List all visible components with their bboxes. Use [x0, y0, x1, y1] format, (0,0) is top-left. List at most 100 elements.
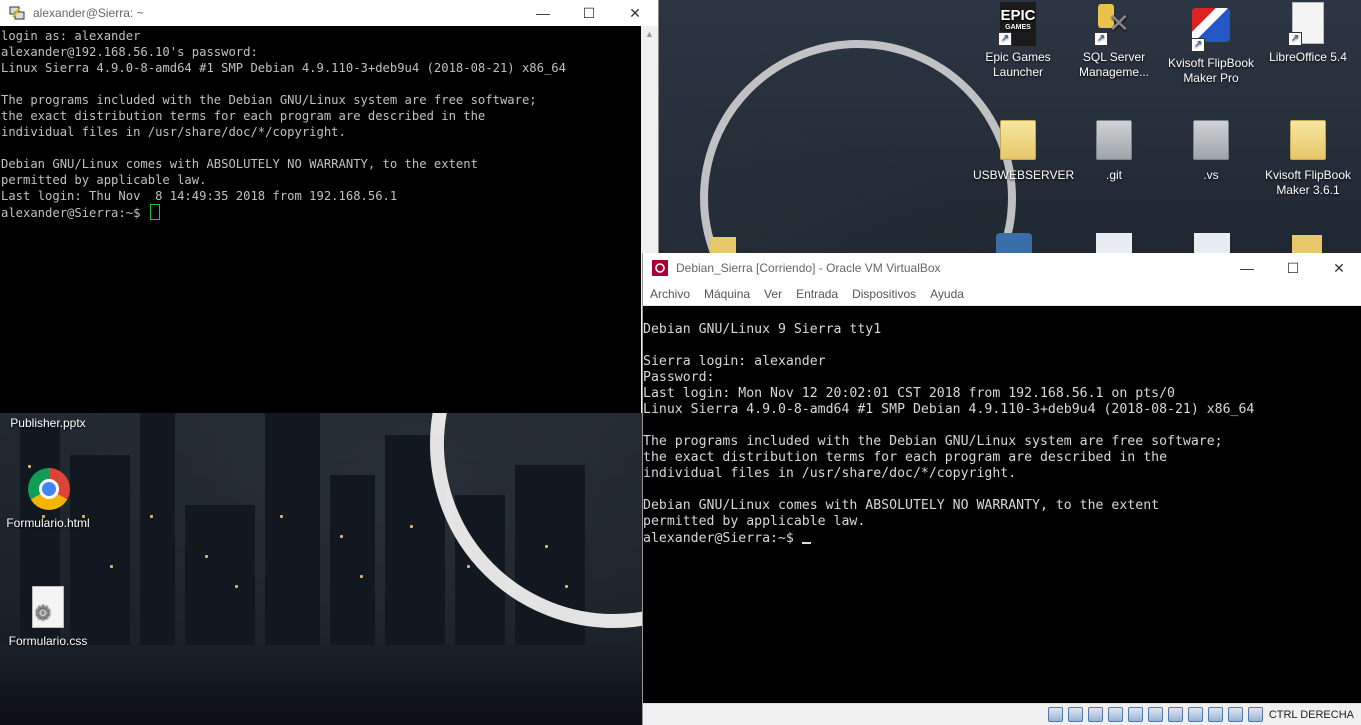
minimize-button[interactable]: — — [520, 0, 566, 26]
console-line: The programs included with the Debian GN… — [643, 434, 1223, 449]
putty-window[interactable]: alexander@Sierra: ~ — ☐ ✕ login as: alex… — [0, 0, 659, 413]
cpu-icon[interactable] — [1207, 707, 1223, 722]
terminal-prompt-line[interactable]: alexander@Sierra:~$ — [0, 204, 658, 221]
console-cursor — [801, 530, 811, 544]
chrome-icon — [28, 468, 70, 512]
console-prompt-line[interactable]: alexander@Sierra:~$ — [643, 530, 1361, 547]
shared-folders-icon[interactable] — [1147, 707, 1163, 722]
desktop-icon-formulario-css[interactable]: ⚙ Formulario.css — [3, 586, 93, 649]
desktop-icon-label: USBWEBSERVER — [973, 168, 1075, 182]
folder-icon[interactable] — [1292, 235, 1322, 253]
desktop-icon-label: Kvisoft FlipBook Maker Pro — [1167, 56, 1255, 85]
putty-title: alexander@Sierra: ~ — [33, 6, 144, 20]
display-icon[interactable] — [1167, 707, 1183, 722]
menu-entrada[interactable]: Entrada — [789, 287, 845, 301]
putty-icon — [9, 6, 25, 20]
desktop-icon-label: Kvisoft FlipBook Maker 3.6.1 — [1264, 168, 1352, 197]
terminal-cursor — [149, 204, 160, 220]
terminal-prompt: alexander@Sierra:~$ — [1, 206, 148, 220]
menu-ayuda[interactable]: Ayuda — [923, 287, 971, 301]
console-line: Last login: Mon Nov 12 20:02:01 CST 2018… — [643, 386, 1175, 401]
desktop-icon-kvisoft-pro[interactable]: ↗ Kvisoft FlipBook Maker Pro — [1166, 2, 1256, 86]
desktop-icon-epic-games[interactable]: EPIC GAMES ↗ Epic Games Launcher — [973, 2, 1063, 80]
shortcut-arrow-icon: ↗ — [1191, 38, 1205, 52]
minimize-button[interactable]: — — [1224, 253, 1270, 283]
mouse-integration-icon[interactable] — [1227, 707, 1243, 722]
shortcut-arrow-icon: ↗ — [1288, 32, 1302, 46]
desktop-icon-usbwebserver[interactable]: USBWEBSERVER — [973, 120, 1075, 183]
menu-archivo[interactable]: Archivo — [643, 287, 697, 301]
flipbook-icon: ↗ — [1191, 8, 1231, 52]
network-icon[interactable] — [1107, 707, 1123, 722]
hard-disk-icon[interactable] — [1047, 707, 1063, 722]
desktop-icon-label: SQL Server Manageme... — [1078, 50, 1150, 79]
vbox-title: Debian_Sierra [Corriendo] - Oracle VM Vi… — [676, 261, 941, 275]
folder-icon — [1094, 120, 1134, 164]
desktop-icon-label: Publisher.pptx — [10, 416, 86, 430]
terminal-line: The programs included with the Debian GN… — [1, 93, 537, 107]
terminal-line: Last login: Thu Nov 8 14:49:35 2018 from… — [1, 189, 398, 203]
maximize-button[interactable]: ☐ — [1270, 253, 1316, 283]
terminal-output: login as: alexander alexander@192.168.56.… — [0, 26, 658, 204]
document-icon[interactable] — [1096, 233, 1132, 253]
desktop-icon-git[interactable]: .git — [1069, 120, 1159, 183]
console-line: Sierra login: alexander — [643, 354, 826, 369]
close-button[interactable]: ✕ — [612, 0, 658, 26]
building — [185, 505, 255, 655]
desktop-icon-publisher[interactable]: Publisher.pptx — [3, 416, 93, 431]
putty-titlebar[interactable]: alexander@Sierra: ~ — ☐ ✕ — [0, 0, 658, 26]
menu-dispositivos[interactable]: Dispositivos — [845, 287, 923, 301]
console-line: Debian GNU/Linux 9 Sierra tty1 — [643, 322, 882, 337]
vm-console[interactable]: Debian GNU/Linux 9 Sierra tty1 Sierra lo… — [643, 306, 1361, 547]
desktop-icon-sql-server[interactable]: ✕ ↗ SQL Server Manageme... — [1069, 2, 1159, 80]
vbox-statusbar: CTRL DERECHA — [643, 703, 1361, 725]
vbox-menubar: Archivo Máquina Ver Entrada Dispositivos… — [643, 283, 1361, 306]
desktop-icon-libreoffice[interactable]: ↗ LibreOffice 5.4 — [1263, 2, 1353, 65]
menu-maquina[interactable]: Máquina — [697, 287, 757, 301]
console-output: Debian GNU/Linux 9 Sierra tty1 Sierra lo… — [643, 306, 1361, 530]
console-line: individual files in /usr/share/doc/*/cop… — [643, 466, 1017, 481]
virtualbox-icon[interactable] — [996, 233, 1032, 253]
audio-icon[interactable] — [1087, 707, 1103, 722]
building — [265, 395, 320, 655]
water — [0, 645, 700, 725]
console-prompt: alexander@Sierra:~$ — [643, 531, 802, 546]
desktop-icon-kvisoft-361[interactable]: Kvisoft FlipBook Maker 3.6.1 — [1263, 120, 1353, 198]
building — [330, 475, 375, 655]
epic-games-icon: EPIC GAMES ↗ — [998, 2, 1038, 46]
console-line: Debian GNU/Linux comes with ABSOLUTELY N… — [643, 498, 1160, 513]
libreoffice-icon: ↗ — [1288, 2, 1328, 46]
folder-icon — [998, 120, 1038, 164]
maximize-button[interactable]: ☐ — [566, 0, 612, 26]
putty-terminal[interactable]: login as: alexander alexander@192.168.56.… — [0, 26, 658, 221]
terminal-line: alexander@192.168.56.10's password: — [1, 45, 258, 59]
scroll-up-icon[interactable]: ▲ — [641, 26, 658, 42]
console-line: Linux Sierra 4.9.0-8-amd64 #1 SMP Debian… — [643, 402, 1255, 417]
menu-ver[interactable]: Ver — [757, 287, 789, 301]
vbox-titlebar[interactable]: Debian_Sierra [Corriendo] - Oracle VM Vi… — [643, 253, 1361, 283]
console-line: permitted by applicable law. — [643, 514, 866, 529]
shortcut-arrow-icon: ↗ — [998, 32, 1012, 46]
recording-icon[interactable] — [1187, 707, 1203, 722]
keyboard-capture-icon[interactable] — [1247, 707, 1263, 722]
desktop-icon-vs[interactable]: .vs — [1166, 120, 1256, 183]
optical-drive-icon[interactable] — [1067, 707, 1083, 722]
terminal-line: Debian GNU/Linux comes with ABSOLUTELY N… — [1, 157, 478, 171]
desktop-icon-formulario-html[interactable]: Formulario.html — [3, 468, 93, 531]
document-icon[interactable] — [1194, 233, 1230, 253]
folder-icon[interactable] — [710, 237, 736, 253]
virtualbox-window[interactable]: Debian_Sierra [Corriendo] - Oracle VM Vi… — [642, 253, 1361, 725]
folder-icon — [1288, 120, 1328, 164]
desktop-icon-label: Epic Games Launcher — [985, 50, 1051, 79]
terminal-line: individual files in /usr/share/doc/*/cop… — [1, 125, 346, 139]
usb-icon[interactable] — [1127, 707, 1143, 722]
close-button[interactable]: ✕ — [1316, 253, 1361, 283]
css-file-icon: ⚙ — [28, 586, 68, 630]
folder-icon — [1191, 120, 1231, 164]
sql-server-tools-icon: ✕ ↗ — [1094, 2, 1134, 46]
desktop-icon-label: Formulario.css — [8, 634, 88, 648]
